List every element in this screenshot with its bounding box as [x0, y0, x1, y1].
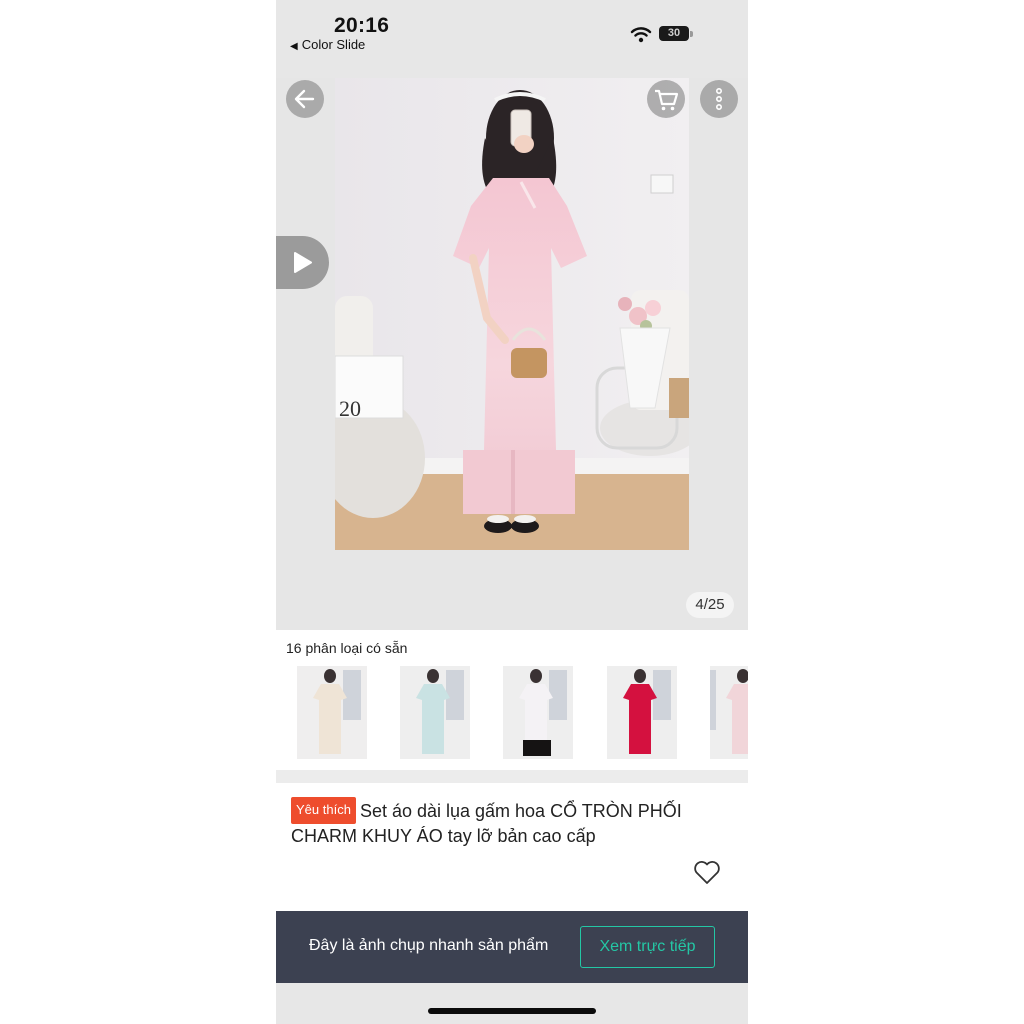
variant-thumb[interactable]: [503, 666, 573, 759]
home-indicator[interactable]: [428, 1008, 596, 1014]
product-title: Yêu thích Set áo dài lụa gấm hoa CỔ TRÒN …: [291, 797, 731, 848]
back-button[interactable]: [286, 80, 324, 118]
product-photo[interactable]: 20: [335, 78, 689, 550]
back-app-label: Color Slide: [301, 37, 366, 52]
variant-thumb-image: [400, 666, 470, 759]
play-icon: [294, 252, 312, 273]
favorite-badge: Yêu thích: [291, 797, 356, 824]
variants-title: 16 phân loại có sẵn: [286, 640, 408, 656]
svg-text:20: 20: [339, 396, 361, 421]
back-triangle-icon: ◀: [290, 41, 298, 52]
product-photo-illustration: 20: [335, 78, 689, 550]
section-divider: [276, 770, 748, 783]
variant-thumb-image: [607, 666, 677, 759]
variant-thumb-image: [503, 666, 573, 759]
play-video-button[interactable]: [276, 236, 329, 289]
status-bar: 20:16 ◀ Color Slide 30: [276, 0, 748, 78]
status-time: 20:16: [334, 14, 390, 37]
variant-thumb[interactable]: [607, 666, 677, 759]
product-gallery[interactable]: 20 4/25: [276, 78, 748, 630]
cart-icon: [655, 89, 679, 111]
battery-cap: [690, 31, 693, 37]
phone-screen: 20:16 ◀ Color Slide 30 20 4/25 16 phân l…: [276, 0, 748, 1024]
variant-thumb[interactable]: [400, 666, 470, 759]
more-options-button[interactable]: [700, 80, 738, 118]
variant-thumb-image: [297, 666, 367, 759]
variants-section: 16 phân loại có sẵn: [276, 630, 748, 770]
wifi-icon: [630, 27, 652, 43]
battery-icon: 30: [659, 26, 689, 41]
image-counter: 4/25: [686, 592, 734, 618]
back-to-app-link[interactable]: ◀ Color Slide: [290, 37, 365, 52]
snapshot-text: Đây là ảnh chụp nhanh sản phẩm: [309, 937, 549, 954]
cart-button[interactable]: [647, 80, 685, 118]
view-live-button[interactable]: Xem trực tiếp: [580, 926, 715, 968]
variant-thumb[interactable]: [710, 666, 748, 759]
battery-level: 30: [667, 27, 681, 39]
back-arrow-icon: [294, 89, 315, 109]
variant-thumb-image: [710, 666, 748, 759]
snapshot-banner: Đây là ảnh chụp nhanh sản phẩm Xem trực …: [276, 911, 748, 983]
heart-icon[interactable]: [693, 859, 721, 885]
variant-thumb[interactable]: [297, 666, 367, 759]
more-vertical-icon: [715, 88, 722, 110]
product-info: Yêu thích Set áo dài lụa gấm hoa CỔ TRÒN …: [276, 783, 748, 911]
